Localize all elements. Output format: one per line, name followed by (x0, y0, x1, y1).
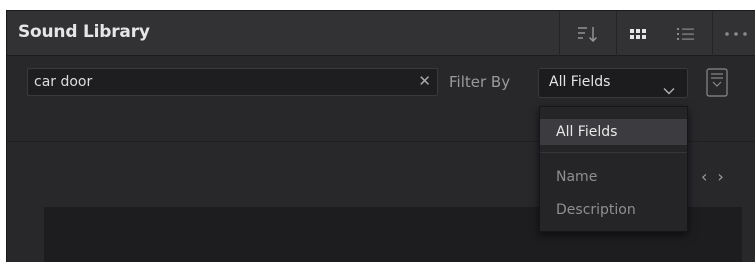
filter-select[interactable]: All Fields (538, 68, 688, 98)
filter-icon[interactable] (706, 68, 728, 98)
grid-view-icon[interactable] (625, 11, 651, 56)
close-icon[interactable]: ✕ (418, 72, 431, 90)
header-separator (559, 11, 560, 56)
panel-header: Sound Library (7, 11, 755, 56)
filter-select-value: All Fields (549, 74, 611, 90)
list-view-icon[interactable] (675, 11, 697, 56)
pager-arrows: ‹ › (701, 167, 734, 186)
chevron-down-icon (663, 80, 675, 99)
dropdown-option-description[interactable]: Description (540, 197, 687, 223)
dropdown-option-name[interactable]: Name (540, 164, 687, 190)
sort-icon[interactable] (573, 11, 603, 56)
header-separator (712, 11, 713, 56)
search-input-value: car door (34, 74, 93, 90)
chevron-left-icon[interactable]: ‹ (701, 167, 707, 186)
chevron-right-icon[interactable]: › (717, 167, 723, 186)
dropdown-option-all-fields[interactable]: All Fields (540, 119, 687, 145)
header-separator (616, 11, 617, 56)
more-options-icon[interactable] (721, 11, 751, 56)
dropdown-separator (540, 152, 687, 153)
search-input[interactable]: car door ✕ (27, 68, 438, 96)
filter-by-label: Filter By (449, 73, 511, 91)
filter-dropdown-menu: All Fields Name Description (539, 106, 688, 232)
panel-title: Sound Library (18, 22, 150, 42)
